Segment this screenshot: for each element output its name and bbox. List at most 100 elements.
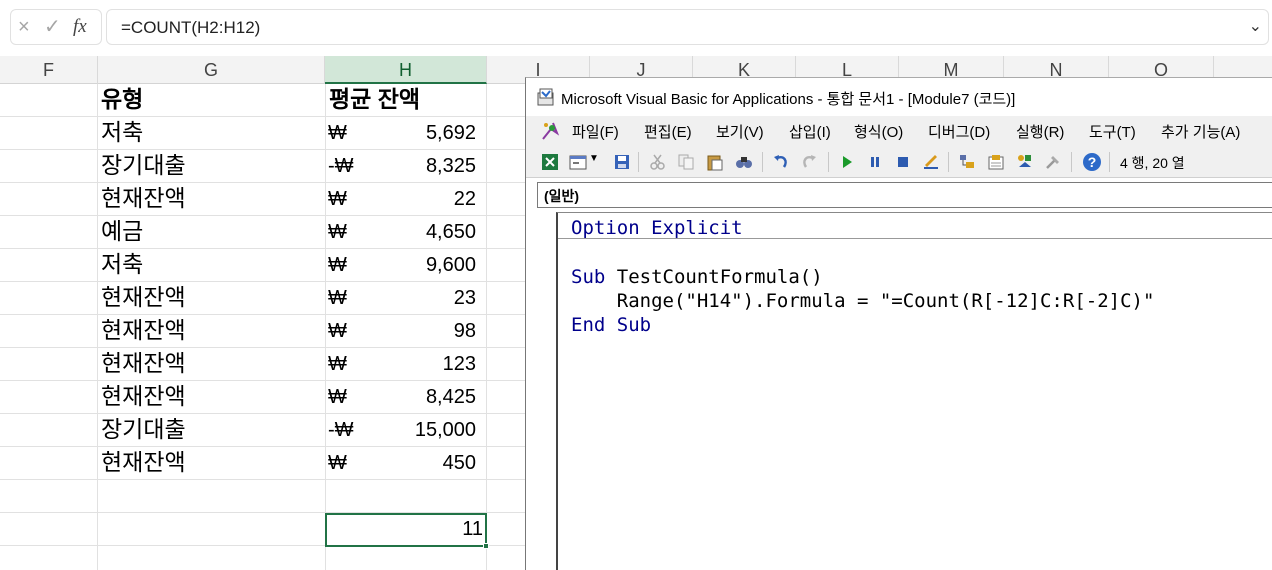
- properties-window-icon[interactable]: [987, 153, 1005, 171]
- run-icon[interactable]: [838, 153, 856, 171]
- object-dropdown-value[interactable]: (일반): [544, 186, 579, 206]
- pause-icon[interactable]: [866, 153, 884, 171]
- object-dropdown[interactable]: (일반): [537, 182, 1272, 208]
- enter-icon[interactable]: ✓: [44, 16, 61, 38]
- currency-symbol: ₩: [328, 320, 347, 342]
- table-row[interactable]: 현재잔액 ₩ 8,425: [0, 381, 525, 414]
- type-cell[interactable]: 현재잔액: [101, 447, 186, 478]
- view-excel-icon[interactable]: [541, 153, 559, 171]
- type-cell[interactable]: 현재잔액: [101, 315, 186, 346]
- insert-function-icon[interactable]: fx: [73, 16, 87, 38]
- code-text[interactable]: TestCountFormula(): [605, 266, 823, 288]
- table-row[interactable]: 현재잔액 ₩ 450: [0, 447, 525, 480]
- code-keyword[interactable]: End Sub: [571, 314, 651, 336]
- currency-symbol: ₩: [328, 122, 347, 144]
- cut-icon[interactable]: [649, 153, 667, 171]
- formula-input[interactable]: =COUNT(H2:H12) ⌄: [106, 9, 1269, 45]
- code-line-3[interactable]: Sub TestCountFormula(): [571, 265, 823, 289]
- column-header-h[interactable]: H: [325, 56, 487, 84]
- redo-icon[interactable]: [800, 153, 818, 171]
- menu-file[interactable]: 파일(F): [572, 121, 619, 142]
- fill-handle[interactable]: [483, 543, 489, 549]
- table-row[interactable]: 저축 ₩ 5,692: [0, 117, 525, 150]
- balance-cell[interactable]: 450: [360, 447, 476, 480]
- type-cell[interactable]: 현재잔액: [101, 348, 186, 379]
- toolbar-separator: [762, 152, 763, 172]
- project-explorer-icon[interactable]: [958, 153, 976, 171]
- table-row-empty[interactable]: [0, 480, 525, 513]
- type-cell[interactable]: 저축: [101, 117, 143, 148]
- header-type[interactable]: 유형: [101, 84, 143, 115]
- table-row[interactable]: 현재잔액 ₩ 23: [0, 282, 525, 315]
- currency-symbol: ₩: [328, 221, 347, 243]
- vba-editor-window[interactable]: Microsoft Visual Basic for Applications …: [525, 77, 1272, 570]
- balance-cell[interactable]: 8,425: [360, 381, 476, 414]
- insert-userform-icon[interactable]: [569, 153, 587, 171]
- object-browser-icon[interactable]: [1016, 153, 1034, 171]
- undo-icon[interactable]: [772, 153, 790, 171]
- menu-edit[interactable]: 편집(E): [644, 121, 692, 142]
- reset-icon[interactable]: [894, 153, 912, 171]
- menu-tools[interactable]: 도구(T): [1089, 121, 1136, 142]
- formula-text[interactable]: =COUNT(H2:H12): [121, 18, 260, 38]
- table-row[interactable]: 현재잔액 ₩ 22: [0, 183, 525, 216]
- active-cell-selection[interactable]: [325, 513, 489, 549]
- balance-cell[interactable]: 8,325: [360, 150, 476, 183]
- table-row[interactable]: 장기대출 -₩ 15,000: [0, 414, 525, 447]
- menu-addins[interactable]: 추가 기능(A): [1161, 121, 1240, 142]
- code-keyword[interactable]: Sub: [571, 266, 605, 288]
- type-cell[interactable]: 예금: [101, 216, 143, 247]
- menu-format[interactable]: 형식(O): [854, 121, 903, 142]
- cancel-icon[interactable]: ×: [18, 16, 30, 38]
- balance-cell[interactable]: 15,000: [360, 414, 476, 447]
- chevron-down-icon[interactable]: ⌄: [1249, 16, 1262, 36]
- type-cell[interactable]: 현재잔액: [101, 282, 186, 313]
- table-row[interactable]: 현재잔액 ₩ 98: [0, 315, 525, 348]
- type-cell[interactable]: 현재잔액: [101, 183, 186, 214]
- table-row[interactable]: 예금 ₩ 4,650: [0, 216, 525, 249]
- type-cell[interactable]: 장기대출: [101, 414, 186, 445]
- balance-cell[interactable]: 123: [360, 348, 476, 381]
- balance-cell[interactable]: 9,600: [360, 249, 476, 282]
- toolbox-icon[interactable]: [1044, 153, 1062, 171]
- currency-symbol: ₩: [328, 452, 347, 474]
- chevron-down-icon[interactable]: ▼: [589, 153, 599, 171]
- table-row[interactable]: 현재잔액 ₩ 123: [0, 348, 525, 381]
- menu-run[interactable]: 실행(R): [1016, 121, 1064, 142]
- code-pane[interactable]: Option Explicit Sub TestCountFormula() R…: [556, 212, 1272, 570]
- toolbar-separator: [828, 152, 829, 172]
- table-row-header[interactable]: 유형 평균 잔액: [0, 84, 525, 117]
- code-text[interactable]: Range("H14").Formula = "=Count(R[-12]C:R…: [571, 290, 1155, 312]
- code-line-4[interactable]: Range("H14").Formula = "=Count(R[-12]C:R…: [571, 289, 1155, 313]
- vba-toolbar: ▼ ? 4 행, 20 열: [526, 146, 1272, 178]
- design-mode-icon[interactable]: [922, 153, 940, 171]
- balance-cell[interactable]: 4,650: [360, 216, 476, 249]
- header-balance[interactable]: 평균 잔액: [329, 84, 420, 115]
- find-icon[interactable]: [735, 153, 753, 171]
- type-cell[interactable]: 저축: [101, 249, 143, 280]
- balance-cell[interactable]: 98: [360, 315, 476, 348]
- column-header-g[interactable]: G: [98, 56, 325, 84]
- menu-insert[interactable]: 삽입(I): [789, 121, 831, 142]
- help-icon[interactable]: ?: [1082, 152, 1102, 172]
- copy-icon[interactable]: [677, 153, 695, 171]
- table-row[interactable]: 저축 ₩ 9,600: [0, 249, 525, 282]
- table-row[interactable]: 장기대출 -₩ 8,325: [0, 150, 525, 183]
- type-cell[interactable]: 현재잔액: [101, 381, 186, 412]
- balance-cell[interactable]: 22: [360, 183, 476, 216]
- column-header-f[interactable]: F: [0, 56, 98, 84]
- code-line-1[interactable]: Option Explicit: [571, 216, 743, 240]
- code-keyword[interactable]: Option Explicit: [571, 217, 743, 239]
- worksheet-grid[interactable]: 유형 평균 잔액 저축 ₩ 5,692 장기대출 -₩ 8,325 현재잔액 ₩…: [0, 84, 525, 570]
- paste-icon[interactable]: [706, 153, 724, 171]
- type-cell[interactable]: 장기대출: [101, 150, 186, 181]
- code-line-5[interactable]: End Sub: [571, 313, 651, 337]
- menu-view[interactable]: 보기(V): [716, 121, 764, 142]
- balance-cell[interactable]: 23: [360, 282, 476, 315]
- save-icon[interactable]: [613, 153, 631, 171]
- balance-cell[interactable]: 5,692: [360, 117, 476, 150]
- vba-title-bar[interactable]: Microsoft Visual Basic for Applications …: [526, 78, 1272, 116]
- menu-debug[interactable]: 디버그(D): [928, 121, 990, 142]
- cursor-position: 4 행, 20 열: [1120, 155, 1185, 171]
- formula-bar: × ✓ fx =COUNT(H2:H12) ⌄: [0, 0, 1272, 56]
